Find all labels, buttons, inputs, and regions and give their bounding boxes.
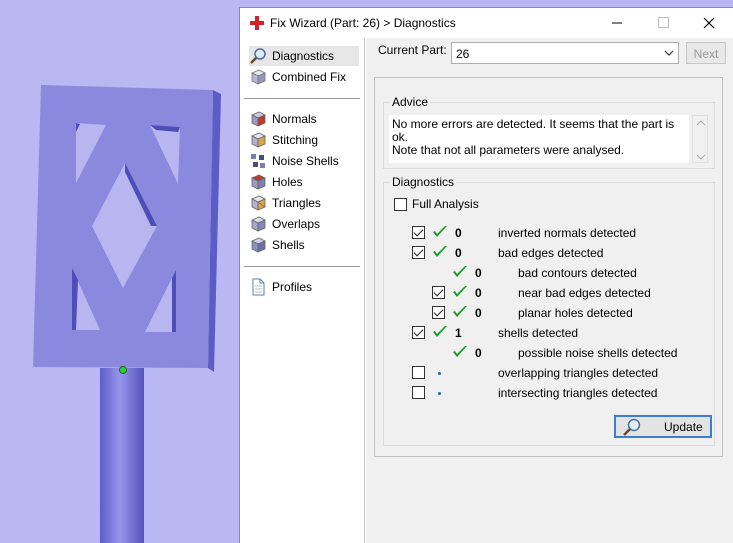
shells-icon: [251, 237, 266, 253]
nav-label: Triangles: [272, 196, 321, 210]
minimize-button[interactable]: [594, 8, 640, 38]
row-checkbox[interactable]: [412, 386, 425, 399]
close-button[interactable]: [686, 8, 732, 38]
next-button[interactable]: Next: [686, 42, 726, 64]
advice-text: No more errors are detected. It seems th…: [389, 115, 689, 163]
row-checkbox[interactable]: [432, 286, 445, 299]
content-box: Advice No more errors are detected. It s…: [374, 77, 723, 457]
advice-title: Advice: [390, 95, 431, 109]
fix-category-panel: Diagnostics Combined Fix Normals Stitchi…: [240, 38, 365, 543]
chevron-down-icon: [664, 50, 674, 56]
row-count: 0: [475, 346, 482, 360]
cube-icon: [251, 69, 266, 85]
nav-label: Combined Fix: [272, 70, 347, 84]
ok-check-icon: [453, 346, 467, 357]
diagnostics-title: Diagnostics: [390, 175, 457, 189]
advice-scrollbar[interactable]: [692, 115, 708, 163]
magnifier-icon: [623, 418, 641, 436]
current-part-label: Current Part:: [378, 43, 447, 57]
row-label: planar holes detected: [518, 306, 633, 320]
pending-status-dot: [438, 392, 441, 395]
current-part-value: 26: [456, 47, 470, 61]
row-checkbox[interactable]: [412, 366, 425, 379]
row-label: bad contours detected: [518, 266, 637, 280]
nav-item-diagnostics[interactable]: Diagnostics: [249, 46, 359, 66]
row-checkbox[interactable]: [412, 226, 425, 239]
advice-group: Advice No more errors are detected. It s…: [383, 95, 715, 169]
nav-label: Profiles: [272, 280, 313, 294]
diagnostics-panel: Current Part: 26 Next Advice No more err…: [366, 38, 733, 543]
current-part-dropdown[interactable]: 26: [451, 42, 679, 64]
row-label: inverted normals detected: [498, 226, 637, 240]
full-analysis-label: Full Analysis: [412, 197, 479, 211]
update-button[interactable]: Update: [614, 415, 712, 438]
close-icon: [703, 17, 715, 29]
full-analysis-checkbox[interactable]: [394, 198, 407, 211]
nav-label: Shells: [272, 238, 305, 252]
normals-cube-icon: [251, 111, 266, 127]
update-label: Update: [664, 419, 703, 434]
nav-label: Normals: [272, 112, 317, 126]
advice-line-2: Note that not all parameters were analys…: [392, 143, 625, 157]
row-count: 0: [475, 306, 482, 320]
overlaps-icon: [251, 216, 266, 232]
row-label: bad edges detected: [498, 246, 604, 260]
advice-line-1: No more errors are detected. It seems th…: [392, 117, 675, 144]
3d-viewport[interactable]: [0, 0, 240, 543]
row-label: overlapping triangles detected: [498, 366, 659, 380]
divider: [244, 266, 360, 267]
nav-item-noise-shells[interactable]: Noise Shells: [249, 151, 359, 171]
nav-item-profiles[interactable]: Profiles: [249, 277, 359, 297]
nav-label: Stitching: [272, 133, 319, 147]
nav-item-stitching[interactable]: Stitching: [249, 130, 359, 150]
ok-check-icon: [453, 266, 467, 277]
diagnostics-group: Diagnostics Full Analysis 0 inverted norm…: [383, 175, 715, 446]
magnifier-icon: [250, 48, 266, 64]
row-checkbox[interactable]: [412, 246, 425, 259]
ok-check-icon: [453, 306, 467, 317]
nav-item-combined-fix[interactable]: Combined Fix: [249, 67, 359, 87]
title-bar[interactable]: Fix Wizard (Part: 26) > Diagnostics: [240, 8, 733, 38]
ok-check-icon: [453, 286, 467, 297]
maximize-icon: [658, 17, 669, 28]
row-count: 1: [455, 326, 462, 340]
window-title: Fix Wizard (Part: 26) > Diagnostics: [270, 16, 456, 30]
row-label: shells detected: [498, 326, 579, 340]
ok-check-icon: [433, 326, 447, 337]
pending-status-dot: [438, 372, 441, 375]
row-count: 0: [455, 246, 462, 260]
row-label: near bad edges detected: [518, 286, 651, 300]
minimize-icon: [612, 22, 622, 24]
nav-item-shells[interactable]: Shells: [249, 235, 359, 255]
row-checkbox[interactable]: [412, 326, 425, 339]
fix-wizard-dialog: Fix Wizard (Part: 26) > Diagnostics Diag…: [239, 7, 733, 543]
row-count: 0: [475, 266, 482, 280]
part-model-render: [33, 85, 221, 543]
nav-label: Holes: [272, 175, 303, 189]
ok-check-icon: [433, 246, 447, 257]
nav-label: Noise Shells: [272, 154, 339, 168]
nav-item-triangles[interactable]: Triangles: [249, 193, 359, 213]
triangles-icon: [251, 195, 266, 211]
noise-shells-icon: [251, 154, 265, 168]
document-icon: [252, 278, 265, 296]
row-count: 0: [475, 286, 482, 300]
holes-icon: [251, 174, 266, 190]
row-label: possible noise shells detected: [518, 346, 678, 360]
nav-item-overlaps[interactable]: Overlaps: [249, 214, 359, 234]
red-cross-icon: [250, 16, 264, 30]
stitching-icon: [251, 132, 266, 148]
nav-label: Overlaps: [272, 217, 321, 231]
maximize-button[interactable]: [640, 8, 686, 38]
row-checkbox[interactable]: [432, 306, 445, 319]
nav-label: Diagnostics: [272, 49, 335, 63]
ok-check-icon: [433, 226, 447, 237]
row-count: 0: [455, 226, 462, 240]
row-label: intersecting triangles detected: [498, 386, 658, 400]
scroll-arrows-icon: [696, 120, 706, 160]
nav-item-normals[interactable]: Normals: [249, 109, 359, 129]
nav-item-holes[interactable]: Holes: [249, 172, 359, 192]
divider: [244, 98, 360, 99]
